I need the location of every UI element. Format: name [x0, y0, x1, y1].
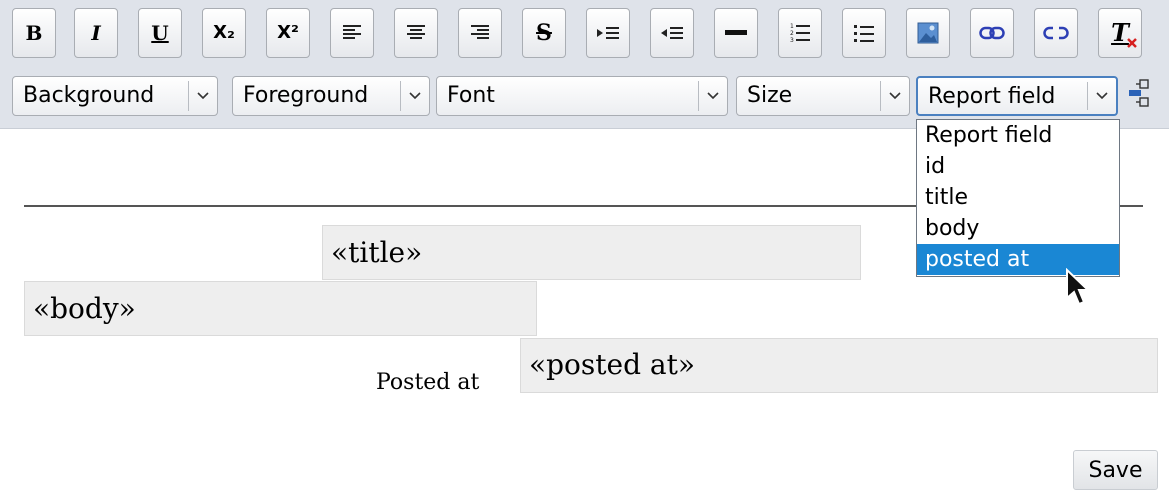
bold-button[interactable]: B	[12, 8, 56, 58]
show-blocks-button[interactable]	[1124, 76, 1154, 110]
outdent-button[interactable]	[650, 8, 694, 58]
font-select[interactable]: Font	[436, 76, 728, 116]
dropdown-option-title[interactable]: title	[917, 182, 1119, 213]
font-select-label: Font	[447, 83, 495, 108]
foreground-color-select[interactable]: Foreground	[232, 76, 430, 116]
posted-at-field-placeholder[interactable]: «posted at»	[520, 338, 1158, 393]
report-field-select[interactable]: Report field	[916, 76, 1118, 116]
unordered-list-button[interactable]	[842, 8, 886, 58]
ordered-list-button[interactable]: 123	[778, 8, 822, 58]
subscript-button[interactable]: X₂	[202, 8, 246, 58]
align-center-button[interactable]	[394, 8, 438, 58]
italic-icon: I	[91, 21, 101, 45]
svg-text:3: 3	[790, 37, 794, 44]
align-left-icon	[343, 25, 361, 39]
indent-button[interactable]	[586, 8, 630, 58]
underline-button[interactable]: U	[138, 8, 182, 58]
horizontal-rule-icon	[725, 30, 747, 35]
align-right-button[interactable]	[458, 8, 502, 58]
unlink-button[interactable]	[1034, 8, 1078, 58]
dropdown-option-report-field[interactable]: Report field	[917, 120, 1119, 151]
ordered-list-icon: 123	[790, 23, 810, 44]
unordered-list-icon	[854, 25, 874, 42]
bold-icon: B	[25, 21, 43, 45]
editor-toolbar: B I U X₂ X² S 123 T Background Foregroun…	[0, 0, 1169, 129]
report-field-dropdown: Report field id title body posted at	[916, 119, 1120, 277]
italic-button[interactable]: I	[74, 8, 118, 58]
superscript-button[interactable]: X²	[266, 8, 310, 58]
align-left-button[interactable]	[330, 8, 374, 58]
report-field-select-label: Report field	[928, 84, 1056, 109]
underline-icon: U	[151, 21, 169, 45]
align-right-icon	[471, 25, 489, 39]
superscript-icon: X²	[277, 22, 299, 43]
background-select-label: Background	[23, 83, 155, 108]
chevron-down-icon	[188, 81, 217, 111]
posted-at-label: Posted at	[376, 370, 480, 395]
size-select-label: Size	[747, 83, 793, 108]
dropdown-option-body[interactable]: body	[917, 213, 1119, 244]
size-select[interactable]: Size	[736, 76, 910, 116]
remove-format-icon: T	[1111, 20, 1137, 48]
chevron-down-icon	[880, 81, 909, 111]
align-center-icon	[407, 25, 425, 39]
link-icon	[979, 26, 1005, 40]
background-color-select[interactable]: Background	[12, 76, 218, 116]
save-button[interactable]: Save	[1073, 450, 1158, 490]
svg-text:2: 2	[790, 30, 794, 37]
body-field-placeholder[interactable]: «body»	[24, 281, 537, 336]
mouse-cursor-icon	[1066, 268, 1091, 306]
svg-text:1: 1	[790, 23, 794, 30]
indent-icon	[597, 27, 619, 39]
subscript-icon: X₂	[213, 22, 235, 43]
unlink-icon	[1043, 26, 1069, 40]
chevron-down-icon	[1087, 82, 1116, 110]
outdent-icon	[661, 27, 683, 39]
dropdown-option-id[interactable]: id	[917, 151, 1119, 182]
strikethrough-button[interactable]: S	[522, 8, 566, 58]
image-icon	[917, 22, 939, 44]
link-button[interactable]	[970, 8, 1014, 58]
show-blocks-icon	[1129, 79, 1149, 107]
strikethrough-icon: S	[536, 20, 552, 46]
chevron-down-icon	[400, 81, 429, 111]
foreground-select-label: Foreground	[243, 83, 369, 108]
insert-image-button[interactable]	[906, 8, 950, 58]
remove-format-button[interactable]: T	[1098, 8, 1142, 58]
horizontal-rule-button[interactable]	[714, 8, 758, 58]
title-field-placeholder[interactable]: «title»	[322, 225, 861, 280]
chevron-down-icon	[698, 81, 727, 111]
